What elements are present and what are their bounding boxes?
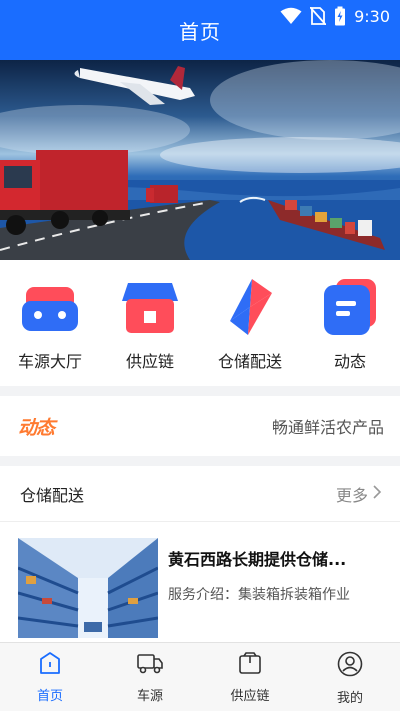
page-title: 首页 <box>179 20 221 44</box>
more-label: 更多 <box>335 485 368 505</box>
message-icon <box>319 276 381 338</box>
warehouse-thumbnail <box>18 538 158 638</box>
store-icon <box>119 276 181 338</box>
truck-icon <box>19 276 81 338</box>
tab-home[interactable]: 首页 <box>0 643 100 711</box>
app-header: 9:30 首页 <box>0 0 400 60</box>
quick-link-label: 供应链 <box>125 352 174 371</box>
user-icon <box>337 651 363 681</box>
tab-profile[interactable]: 我的 <box>300 643 400 711</box>
quick-link-label: 动态 <box>333 352 366 371</box>
list-item[interactable]: 黄石西路长期提供仓储... 服务介绍：集装箱拆装箱作业 <box>18 538 388 638</box>
tab-label: 我的 <box>336 691 363 706</box>
home-icon <box>38 651 62 679</box>
quick-links: 车源大厅 供应链 仓储配送 动态 <box>0 260 400 386</box>
logistics-banner-image[interactable] <box>0 60 400 260</box>
section-title: 仓储配送 <box>20 485 85 505</box>
tab-label: 车源 <box>136 689 163 704</box>
news-ticker[interactable]: 动态 畅通鲜活农产品 <box>0 396 400 456</box>
airplane-graphic <box>74 66 195 105</box>
bottom-tab-bar: 首页 车源 供应链 我的 <box>0 642 400 711</box>
tab-supply-chain[interactable]: 供应链 <box>200 643 300 711</box>
news-text[interactable]: 畅通鲜活农产品 <box>272 414 384 438</box>
quick-link-label: 车源大厅 <box>17 352 82 371</box>
item-title: 黄石西路长期提供仓储... <box>168 550 347 569</box>
more-button[interactable]: 更多 <box>336 482 382 506</box>
quick-link-label: 仓储配送 <box>217 352 282 371</box>
quick-link-warehouse-delivery[interactable]: 仓储配送 <box>200 260 300 386</box>
box-icon <box>238 651 262 679</box>
chevron-right-icon <box>372 484 382 504</box>
quick-link-news[interactable]: 动态 <box>300 260 400 386</box>
item-description: 服务介绍：集装箱拆装箱作业 <box>168 587 350 603</box>
quick-link-vehicle-hall[interactable]: 车源大厅 <box>0 260 100 386</box>
lightning-icon <box>219 276 281 338</box>
tab-label: 首页 <box>36 689 63 704</box>
tab-label: 供应链 <box>230 689 270 704</box>
truck-outline-icon <box>136 651 164 679</box>
news-tag: 动态 <box>18 416 55 439</box>
tab-vehicles[interactable]: 车源 <box>100 643 200 711</box>
section-header: 仓储配送 更多 <box>0 466 400 522</box>
quick-link-supply-chain[interactable]: 供应链 <box>100 260 200 386</box>
